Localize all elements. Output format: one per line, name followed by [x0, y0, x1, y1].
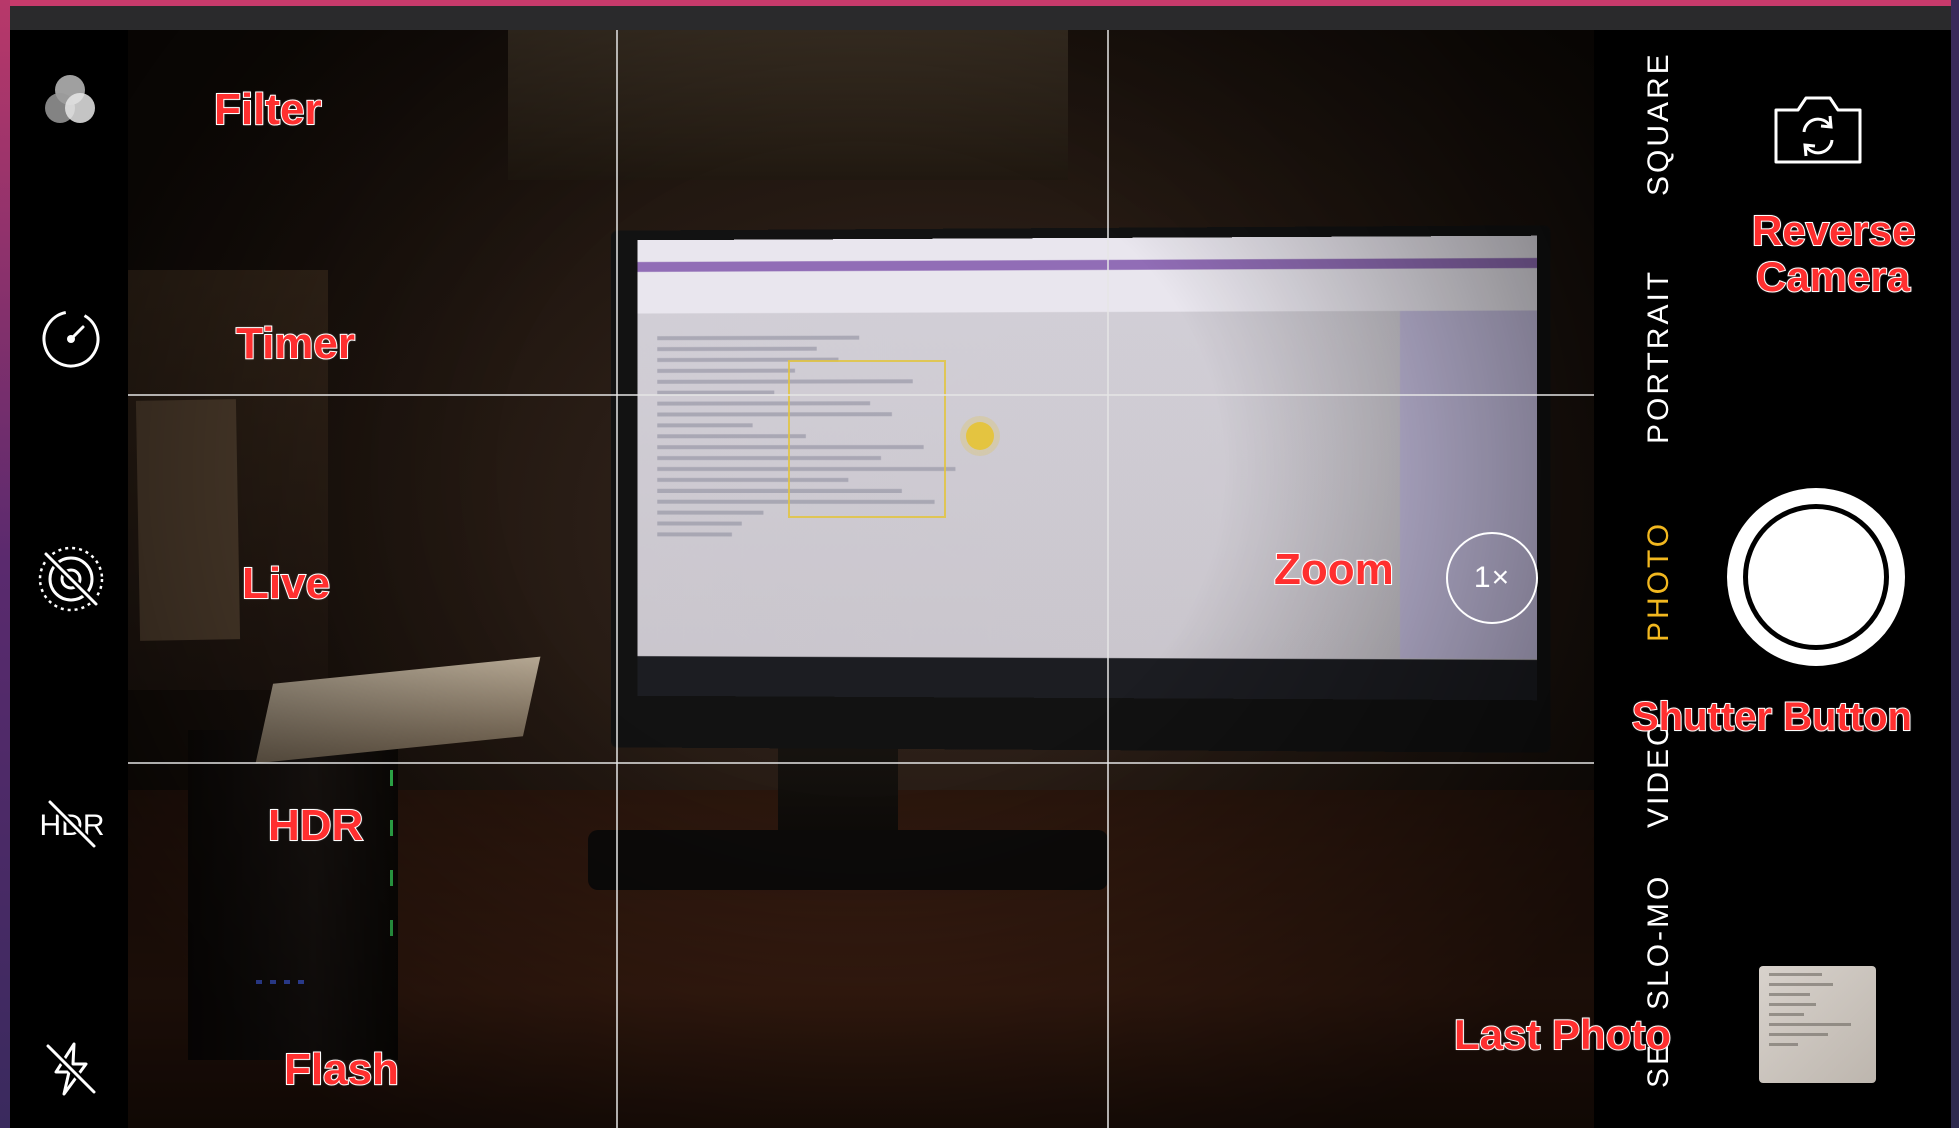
- window-frame-right: [1951, 0, 1959, 1128]
- mode-square[interactable]: SQUARE: [1642, 51, 1676, 196]
- grid-line-vertical: [616, 30, 618, 1128]
- reverse-camera-icon[interactable]: [1770, 90, 1866, 168]
- annotation-flash: Flash: [283, 1045, 400, 1094]
- filter-icon[interactable]: [40, 70, 100, 130]
- live-photo-off-icon[interactable]: [36, 544, 106, 614]
- zoom-button[interactable]: 1×: [1446, 532, 1538, 624]
- annotation-timer: Timer: [235, 319, 356, 368]
- annotation-filter: Filter: [213, 85, 323, 134]
- shutter-button-icon: [1743, 504, 1889, 650]
- annotation-last-photo: Last Photo: [1453, 1011, 1672, 1059]
- annotation-reverse-camera-line1: Reverse: [1751, 207, 1916, 255]
- last-photo-thumbnail[interactable]: [1759, 966, 1876, 1083]
- annotation-shutter-button: Shutter Button: [1631, 694, 1913, 739]
- mode-slo-mo[interactable]: SLO-MO: [1642, 874, 1676, 1010]
- annotation-live: Live: [241, 559, 331, 608]
- mode-photo[interactable]: PHOTO: [1642, 521, 1676, 642]
- grid-line-horizontal: [128, 762, 1594, 764]
- exposure-sun-icon[interactable]: [966, 422, 994, 450]
- mode-portrait[interactable]: PORTRAIT: [1642, 269, 1676, 444]
- annotation-hdr: HDR: [267, 801, 364, 850]
- shutter-button[interactable]: [1727, 488, 1905, 666]
- timer-icon[interactable]: [40, 308, 102, 370]
- focus-box: [788, 360, 946, 518]
- annotation-reverse-camera-line2: Camera: [1755, 253, 1911, 301]
- window-frame-left: [0, 0, 10, 1128]
- flash-off-icon[interactable]: [42, 1040, 100, 1098]
- grid-line-horizontal: [128, 394, 1594, 396]
- grid-line-vertical: [1107, 30, 1109, 1128]
- hdr-off-icon[interactable]: HDR: [34, 796, 110, 852]
- window-title-bar: [0, 6, 1959, 30]
- annotation-zoom: Zoom: [1273, 545, 1395, 594]
